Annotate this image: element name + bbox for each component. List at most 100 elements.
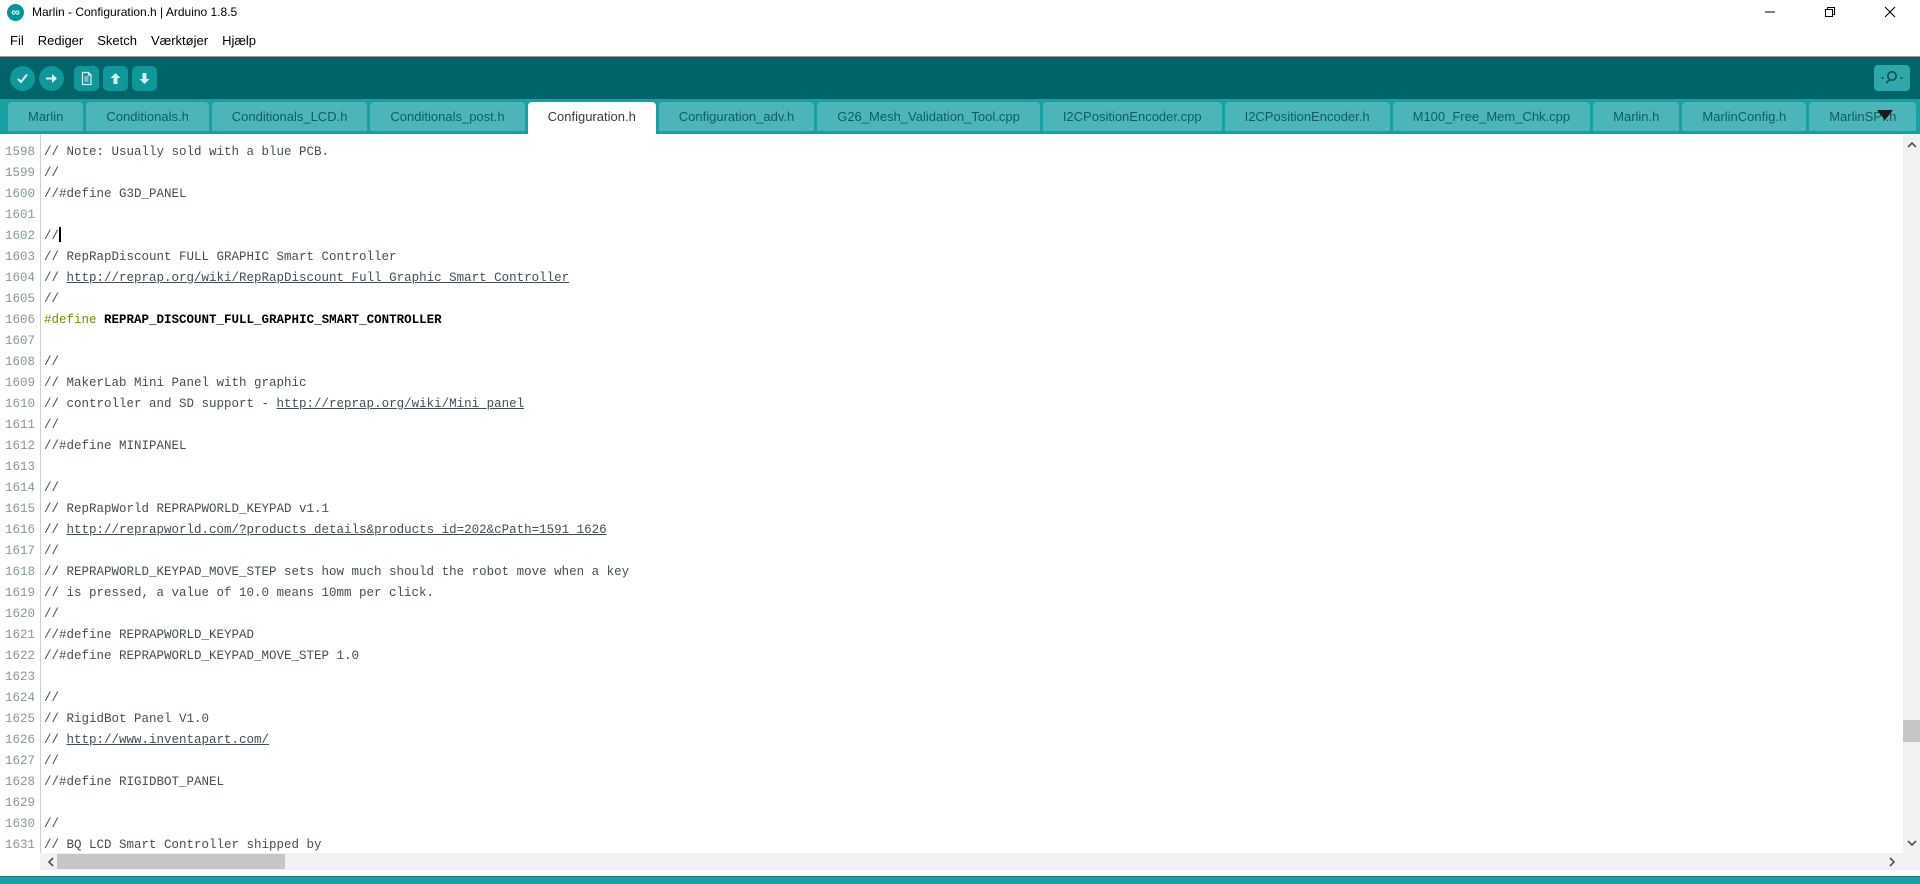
line-content[interactable]: // Note: Usually sold with a blue PCB. xyxy=(40,142,329,163)
line-content[interactable]: // xyxy=(40,688,59,709)
scroll-up-button[interactable] xyxy=(1903,136,1920,153)
menu-v-rkt-jer[interactable]: Værktøjer xyxy=(144,30,215,51)
line-content[interactable]: // xyxy=(40,289,59,310)
vertical-scrollbar[interactable] xyxy=(1903,134,1920,853)
code-line-1607: 1607 xyxy=(0,331,1920,352)
code-text: // xyxy=(44,523,67,537)
window-title: Marlin - Configuration.h | Arduino 1.8.5 xyxy=(32,5,238,19)
scroll-down-button[interactable] xyxy=(1903,834,1920,851)
line-number: 1628 xyxy=(5,775,36,789)
line-number: 1617 xyxy=(5,544,36,558)
text-caret xyxy=(59,227,62,243)
line-content[interactable]: #define REPRAP_DISCOUNT_FULL_GRAPHIC_SMA… xyxy=(40,310,442,331)
line-content[interactable]: // xyxy=(40,541,59,562)
line-content[interactable]: // MakerLab Mini Panel with graphic xyxy=(40,373,307,394)
line-content[interactable]: // is pressed, a value of 10.0 means 10m… xyxy=(40,583,434,604)
tab-marlin-h[interactable]: Marlin.h xyxy=(1593,102,1680,131)
code-link[interactable]: http://www.inventapart.com/ xyxy=(67,733,270,747)
code-line-1600: 1600 //#define G3D_PANEL xyxy=(0,184,1920,205)
code-link[interactable]: http://reprap.org/wiki/Mini_panel xyxy=(277,397,525,411)
line-content[interactable]: //#define G3D_PANEL xyxy=(40,184,187,205)
line-content[interactable]: // controller and SD support - http://re… xyxy=(40,394,524,415)
line-content[interactable]: // http://reprapworld.com/?products_deta… xyxy=(40,520,607,541)
horizontal-scroll-thumb[interactable] xyxy=(57,854,285,869)
line-content[interactable]: // xyxy=(40,604,59,625)
code-text: // xyxy=(44,229,60,243)
code-line-1629: 1629 xyxy=(0,793,1920,814)
scroll-right-button[interactable] xyxy=(1883,853,1900,870)
save-button[interactable] xyxy=(132,65,157,91)
open-button[interactable] xyxy=(103,65,128,91)
line-content[interactable]: // xyxy=(40,226,62,247)
tab-configuration-adv-h[interactable]: Configuration_adv.h xyxy=(658,102,815,131)
line-content[interactable]: // xyxy=(40,814,59,835)
line-content[interactable]: // http://www.inventapart.com/ xyxy=(40,730,269,751)
code-text: // xyxy=(44,418,60,432)
code-line-1601: 1601 xyxy=(0,205,1920,226)
line-number: 1623 xyxy=(5,670,36,684)
line-number: 1611 xyxy=(5,418,36,432)
horizontal-scrollbar[interactable] xyxy=(40,853,1920,870)
tab-m100-free-mem-chk-cpp[interactable]: M100_Free_Mem_Chk.cpp xyxy=(1392,102,1591,131)
code-line-1622: 1622 //#define REPRAPWORLD_KEYPAD_MOVE_ST… xyxy=(0,646,1920,667)
tab-overflow-button[interactable] xyxy=(1877,110,1893,120)
line-number: 1600 xyxy=(5,187,36,201)
menu-hj-lp[interactable]: Hjælp xyxy=(215,30,263,51)
tab-i2cpositionencoder-cpp[interactable]: I2CPositionEncoder.cpp xyxy=(1042,102,1222,131)
tab-conditionals-h[interactable]: Conditionals.h xyxy=(86,102,209,131)
line-content[interactable]: //#define MINIPANEL xyxy=(40,436,187,457)
chevron-right-icon xyxy=(1888,856,1895,867)
tab-g26-mesh-validation-tool-cpp[interactable]: G26_Mesh_Validation_Tool.cpp xyxy=(817,102,1040,131)
code-line-1616: 1616 // http://reprapworld.com/?products_… xyxy=(0,520,1920,541)
line-content[interactable]: // RepRapWorld REPRAPWORLD_KEYPAD v1.1 xyxy=(40,499,329,520)
menu-fil[interactable]: Fil xyxy=(3,30,31,51)
line-content[interactable]: // xyxy=(40,751,59,772)
tab-marlinspi-h[interactable]: MarlinSPI.h xyxy=(1809,102,1917,131)
menu-sketch[interactable]: Sketch xyxy=(90,30,144,51)
code-text: REPRAP_DISCOUNT_FULL_GRAPHIC_SMART_CONTR… xyxy=(104,313,442,327)
code-text: #define xyxy=(44,313,97,327)
line-number: 1609 xyxy=(5,376,36,390)
serial-monitor-button[interactable] xyxy=(1874,65,1910,91)
code-link[interactable]: http://reprap.org/wiki/RepRapDiscount_Fu… xyxy=(67,271,570,285)
restore-button[interactable] xyxy=(1800,0,1860,24)
tab-marlin[interactable]: Marlin xyxy=(8,102,84,131)
line-number: 1604 xyxy=(5,271,36,285)
code-line-1602: 1602 // xyxy=(0,226,1920,247)
tab-conditionals-lcd-h[interactable]: Conditionals_LCD.h xyxy=(211,102,368,131)
line-number: 1629 xyxy=(5,796,36,810)
line-content[interactable]: // RigidBot Panel V1.0 xyxy=(40,709,209,730)
code-line-1610: 1610 // controller and SD support - http:… xyxy=(0,394,1920,415)
line-content[interactable]: // REPRAPWORLD_KEYPAD_MOVE_STEP sets how… xyxy=(40,562,629,583)
minimize-button[interactable] xyxy=(1740,0,1800,24)
code-line-1608: 1608 // xyxy=(0,352,1920,373)
vertical-scroll-thumb[interactable] xyxy=(1903,720,1920,742)
line-content[interactable]: // xyxy=(40,478,59,499)
code-text: // REPRAPWORLD_KEYPAD_MOVE_STEP sets how… xyxy=(44,565,630,579)
close-button[interactable] xyxy=(1860,0,1920,24)
verify-button[interactable] xyxy=(10,65,35,91)
line-content[interactable]: // xyxy=(40,163,59,184)
tab-conditionals-post-h[interactable]: Conditionals_post.h xyxy=(370,102,525,131)
code-line-1609: 1609 // MakerLab Mini Panel with graphic xyxy=(0,373,1920,394)
line-number: 1601 xyxy=(5,208,36,222)
code-link[interactable]: http://reprapworld.com/?products_details… xyxy=(67,523,607,537)
line-content[interactable]: //#define REPRAPWORLD_KEYPAD xyxy=(40,625,254,646)
line-number: 1630 xyxy=(5,817,36,831)
line-content[interactable]: // RepRapDiscount FULL GRAPHIC Smart Con… xyxy=(40,247,397,268)
new-sketch-button[interactable] xyxy=(74,65,99,91)
tab-configuration-h[interactable]: Configuration.h xyxy=(527,102,656,134)
tab-i2cpositionencoder-h[interactable]: I2CPositionEncoder.h xyxy=(1224,102,1390,131)
line-content[interactable]: // xyxy=(40,415,59,436)
line-content[interactable]: //#define RIGIDBOT_PANEL xyxy=(40,772,224,793)
line-number: 1622 xyxy=(5,649,36,663)
upload-button[interactable] xyxy=(39,65,64,91)
line-content[interactable]: // http://reprap.org/wiki/RepRapDiscount… xyxy=(40,268,569,289)
code-line-1614: 1614 // xyxy=(0,478,1920,499)
line-content[interactable]: //#define REPRAPWORLD_KEYPAD_MOVE_STEP 1… xyxy=(40,646,359,667)
code-area: 1598 // Note: Usually sold with a blue PC… xyxy=(0,134,1920,856)
code-editor[interactable]: 1598 // Note: Usually sold with a blue PC… xyxy=(0,134,1920,853)
tab-marlinconfig-h[interactable]: MarlinConfig.h xyxy=(1682,102,1807,131)
menu-rediger[interactable]: Rediger xyxy=(31,30,91,51)
line-content[interactable]: // xyxy=(40,352,59,373)
